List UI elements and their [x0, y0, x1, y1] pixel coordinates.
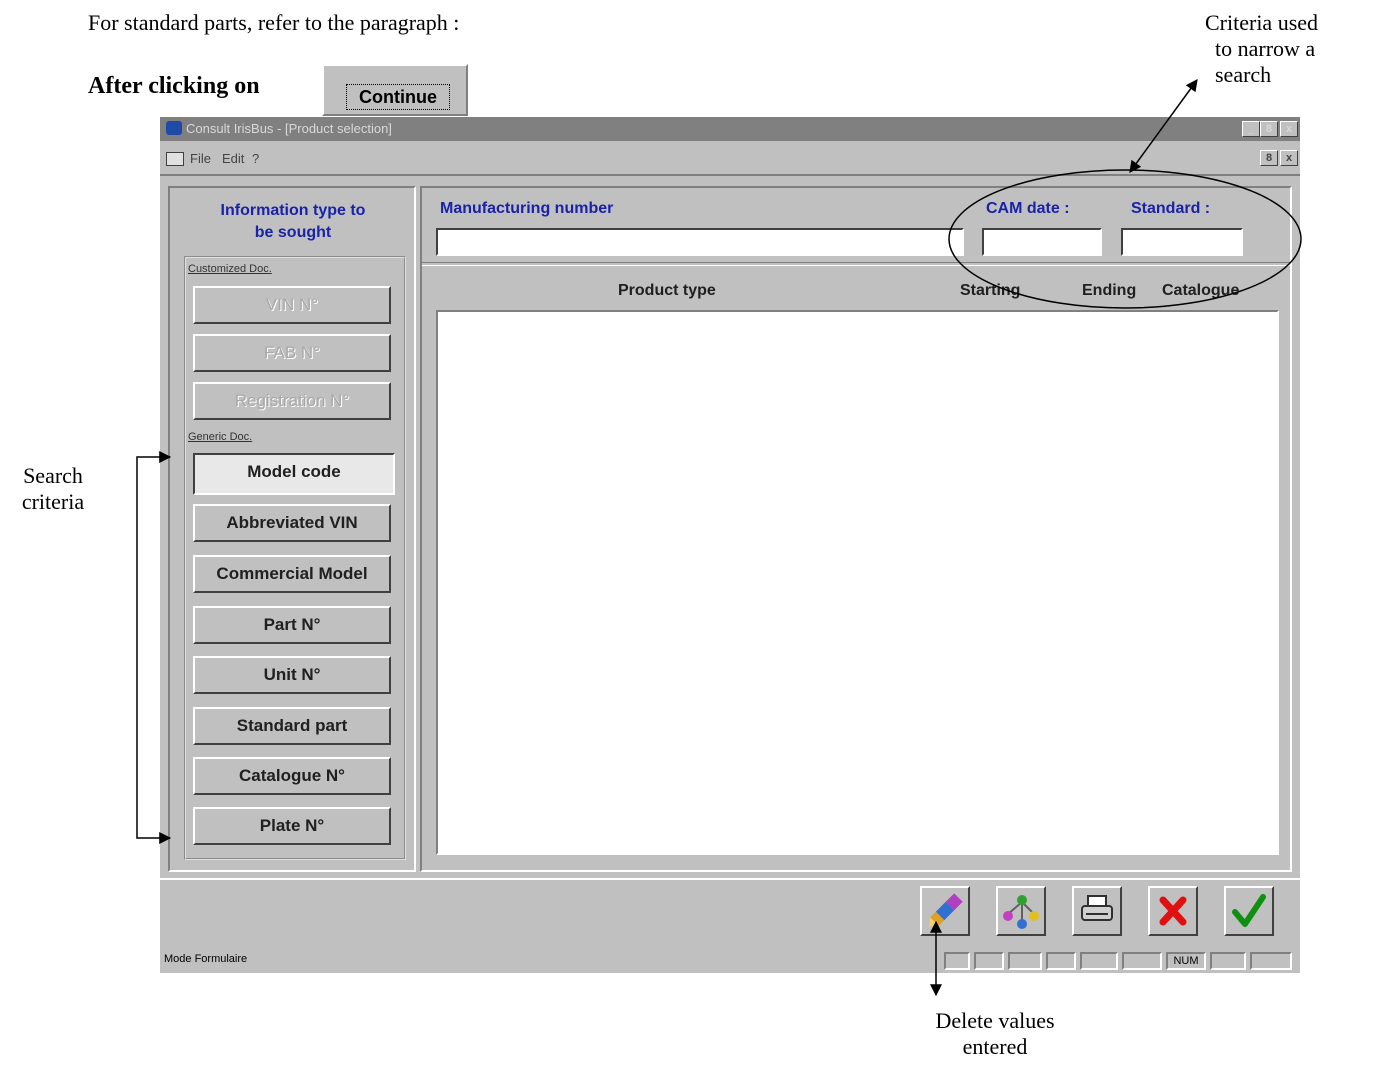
criteria-arrow: [1129, 79, 1198, 173]
criteria-ellipse: [948, 169, 1302, 309]
search-criteria-bracket: [136, 451, 172, 844]
annotation-overlay: [136, 79, 1302, 997]
